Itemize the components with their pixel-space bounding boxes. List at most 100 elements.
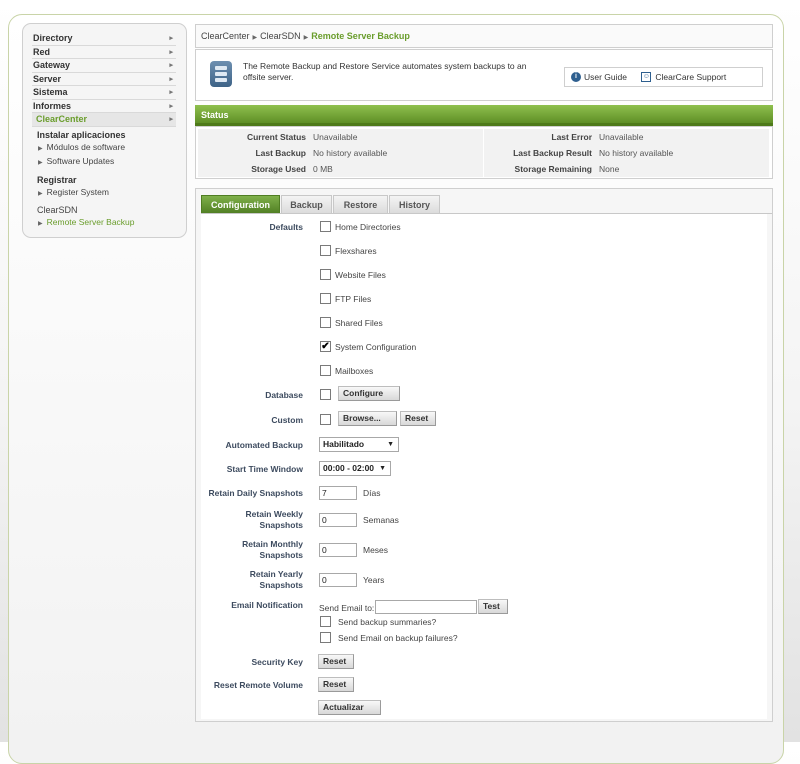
start-time-select[interactable]: 00:00 - 02:00 ▼ bbox=[319, 461, 391, 476]
checkbox-database[interactable] bbox=[320, 389, 331, 400]
custom-reset-button[interactable]: Reset bbox=[400, 411, 436, 426]
breadcrumb-clearcenter[interactable]: ClearCenter bbox=[201, 31, 250, 41]
status-row: Last Error Unavailable bbox=[484, 129, 769, 145]
checkbox-shared-files[interactable] bbox=[320, 317, 331, 328]
checkbox-system-configuration[interactable]: ✔ bbox=[320, 341, 331, 352]
start-time-label: Start Time Window bbox=[226, 464, 303, 474]
browse-button[interactable]: Browse... bbox=[338, 411, 397, 426]
checkbox-flexshares[interactable] bbox=[320, 245, 331, 256]
defaults-label: Defaults bbox=[269, 222, 303, 232]
reset-remote-volume-label: Reset Remote Volume bbox=[213, 680, 303, 690]
status-value: Unavailable bbox=[599, 132, 644, 142]
status-key: Last Backup Result bbox=[513, 148, 592, 158]
status-row: Current Status Unavailable bbox=[198, 129, 483, 145]
checkbox-label: System Configuration bbox=[335, 342, 417, 352]
checkbox-label: Website Files bbox=[335, 270, 386, 280]
chevron-right-icon: ▸ bbox=[169, 116, 173, 123]
sidebar-item-red[interactable]: Red ▸ bbox=[32, 46, 176, 59]
retain-yearly-input[interactable]: 0 bbox=[319, 573, 357, 587]
status-column-left: Current Status Unavailable Last Backup No … bbox=[198, 129, 483, 177]
sidebar-item-label: Gateway bbox=[33, 60, 71, 70]
select-value: 00:00 - 02:00 bbox=[323, 463, 375, 473]
security-key-reset-button[interactable]: Reset bbox=[318, 654, 354, 669]
custom-label: Custom bbox=[271, 415, 303, 425]
status-panel: Current Status Unavailable Last Backup No … bbox=[195, 126, 773, 179]
retain-yearly-label: Retain Yearly Snapshots bbox=[249, 569, 303, 590]
chevron-right-icon: ▸ bbox=[169, 102, 173, 110]
dropdown-arrow-icon: ▼ bbox=[387, 441, 394, 448]
sidebar-link-register-system[interactable]: ▶ Register System bbox=[38, 186, 176, 201]
retain-daily-input[interactable]: 7 bbox=[319, 486, 357, 500]
checkbox-website-files[interactable] bbox=[320, 269, 331, 280]
sidebar-item-directory[interactable]: Directory ▸ bbox=[32, 32, 176, 46]
configuration-form: Defaults Home Directories Flexshares Web… bbox=[201, 214, 767, 719]
triangle-right-icon: ▶ bbox=[38, 221, 43, 227]
tab-configuration[interactable]: Configuration bbox=[201, 195, 280, 214]
unit-label: Meses bbox=[363, 545, 389, 555]
server-icon bbox=[210, 61, 232, 87]
checkbox-ftp-files[interactable] bbox=[320, 293, 331, 304]
unit-label: Días bbox=[363, 488, 381, 498]
test-email-button[interactable]: Test bbox=[478, 599, 508, 614]
update-button[interactable]: Actualizar bbox=[318, 700, 381, 715]
status-value: None bbox=[599, 164, 620, 174]
automated-backup-select[interactable]: Habilitado ▼ bbox=[319, 437, 399, 452]
clearcare-support-link[interactable]: ClearCare Support bbox=[655, 72, 726, 82]
checkbox-mailboxes[interactable] bbox=[320, 365, 331, 376]
sidebar-group-title: Registrar bbox=[37, 174, 77, 185]
triangle-right-icon: ▶ bbox=[38, 160, 43, 166]
configure-button[interactable]: Configure bbox=[338, 386, 400, 401]
sidebar-item-informes[interactable]: Informes ▸ bbox=[32, 100, 176, 113]
select-value: Habilitado bbox=[323, 439, 365, 449]
retain-weekly-label: Retain Weekly Snapshots bbox=[245, 509, 303, 530]
status-key: Storage Used bbox=[251, 164, 306, 174]
user-guide-link[interactable]: User Guide bbox=[584, 72, 627, 82]
sidebar-item-label: Sistema bbox=[33, 87, 68, 97]
checkbox-label: Send Email on backup failures? bbox=[338, 633, 458, 643]
sidebar-item-server[interactable]: Server ▸ bbox=[32, 73, 176, 86]
checkbox-home-directories[interactable] bbox=[320, 221, 331, 232]
breadcrumb-current: Remote Server Backup bbox=[311, 31, 410, 41]
breadcrumb-clearsdn[interactable]: ClearSDN bbox=[260, 31, 301, 41]
triangle-right-icon: ▶ bbox=[38, 145, 43, 152]
sidebar-item-label: Server bbox=[33, 73, 62, 84]
breadcrumb: ClearCenter ▶ ClearSDN ▶ Remote Server Backu… bbox=[195, 24, 773, 48]
remote-volume-reset-button[interactable]: Reset bbox=[318, 677, 354, 692]
config-panel: Configuration Backup Restore History Def… bbox=[195, 188, 773, 722]
sidebar-item-clearcenter[interactable]: ClearCenter ▸ bbox=[32, 113, 176, 127]
help-links: i User Guide ☺ ClearCare Support bbox=[564, 67, 763, 87]
status-row: Storage Remaining None bbox=[484, 161, 769, 177]
status-value: 0 MB bbox=[313, 164, 333, 174]
sidebar-item-sistema[interactable]: Sistema ▸ bbox=[32, 86, 176, 100]
triangle-right-icon: ▶ bbox=[303, 35, 309, 41]
tab-backup[interactable]: Backup bbox=[281, 195, 332, 214]
email-address-input[interactable] bbox=[375, 600, 477, 614]
app-description: The Remote Backup and Restore Service au… bbox=[243, 61, 527, 82]
sidebar-link-label: Software Updates bbox=[46, 156, 115, 166]
status-header: Status bbox=[195, 105, 773, 126]
checkbox-send-summaries[interactable] bbox=[320, 616, 331, 627]
retain-monthly-input[interactable]: 0 bbox=[319, 543, 357, 557]
checkbox-label: FTP Files bbox=[335, 294, 372, 304]
chevron-right-icon: ▸ bbox=[169, 75, 173, 83]
email-notification-label: Email Notification bbox=[231, 600, 303, 610]
status-value: No history available bbox=[599, 148, 674, 158]
status-row: Last Backup Result No history available bbox=[484, 145, 769, 161]
sidebar-item-gateway[interactable]: Gateway ▸ bbox=[32, 59, 176, 73]
sidebar-item-label: Informes bbox=[33, 100, 72, 111]
tab-restore[interactable]: Restore bbox=[333, 195, 388, 214]
tab-history[interactable]: History bbox=[389, 195, 440, 214]
checkbox-send-failures[interactable] bbox=[320, 632, 331, 643]
sidebar-link-software-modules[interactable]: ▶ Módulos de software bbox=[38, 141, 176, 156]
dropdown-arrow-icon: ▼ bbox=[379, 465, 386, 472]
chevron-right-icon: ▸ bbox=[169, 35, 173, 42]
chevron-right-icon: ▸ bbox=[169, 62, 173, 69]
checkbox-custom[interactable] bbox=[320, 414, 331, 425]
triangle-right-icon: ▶ bbox=[38, 190, 43, 197]
status-key: Last Backup bbox=[255, 148, 306, 158]
sidebar-link-remote-server-backup[interactable]: ▶ Remote Server Backup bbox=[38, 216, 176, 231]
status-key: Current Status bbox=[246, 132, 306, 142]
retain-weekly-input[interactable]: 0 bbox=[319, 513, 357, 527]
sidebar-link-software-updates[interactable]: ▶ Software Updates bbox=[38, 155, 176, 170]
triangle-right-icon: ▶ bbox=[252, 35, 258, 41]
